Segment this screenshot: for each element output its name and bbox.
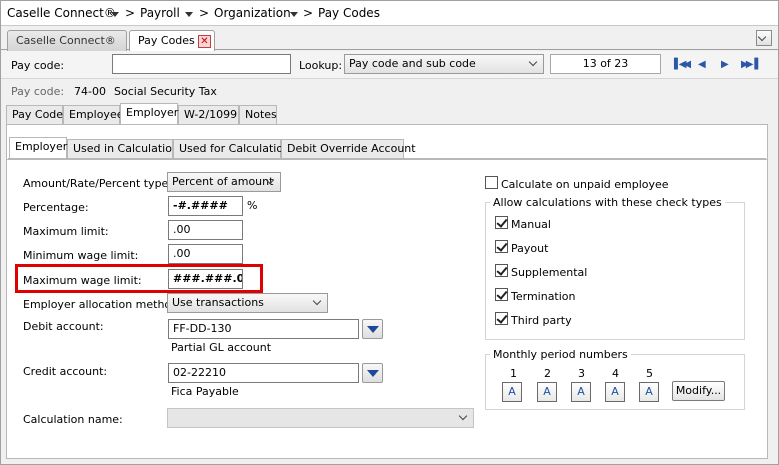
- lookup-toolbar: Pay code: Lookup: Pay code and sub code …: [1, 51, 778, 79]
- subtab-debit-override-account[interactable]: Debit Override Account: [281, 139, 416, 158]
- check-type-label: Third party: [511, 314, 572, 327]
- check-types-title: Allow calculations with these check type…: [490, 196, 725, 209]
- percent-sign: %: [247, 199, 258, 212]
- period-5-button[interactable]: A: [639, 382, 659, 402]
- breadcrumb-item-caselle-connect[interactable]: Caselle Connect®: [7, 6, 116, 20]
- last-record-icon[interactable]: ▶▶▐: [741, 59, 758, 71]
- period-number: 4: [612, 367, 619, 380]
- first-record-icon[interactable]: ▌◀◀: [674, 59, 691, 71]
- period-1-button[interactable]: A: [502, 382, 522, 402]
- breadcrumb-separator: >: [199, 6, 210, 20]
- period-3-button[interactable]: A: [571, 382, 591, 402]
- unpaid-label: Calculate on unpaid employee: [501, 178, 669, 191]
- breadcrumb-item-organization[interactable]: Organization: [214, 6, 291, 20]
- calc-name-label: Calculation name:: [23, 413, 123, 426]
- percentage-input[interactable]: -#.####: [168, 196, 243, 216]
- credit-label: Credit account:: [23, 365, 108, 378]
- percentage-label: Percentage:: [23, 201, 89, 214]
- check-type-label: Payout: [511, 242, 549, 255]
- min-wage-label: Minimum wage limit:: [23, 249, 139, 262]
- doc-tab-caselle-connect[interactable]: Caselle Connect®: [7, 30, 127, 51]
- chevron-down-icon: [460, 413, 468, 421]
- period-2-button[interactable]: A: [537, 382, 557, 402]
- breadcrumb-separator: >: [303, 6, 314, 20]
- chevron-down-icon: [530, 59, 538, 67]
- credit-account-description: Fica Payable: [171, 385, 239, 398]
- unpaid-checkbox[interactable]: [485, 176, 498, 189]
- tab-employee[interactable]: Employee: [63, 105, 123, 124]
- chevron-down-icon[interactable]: [290, 6, 298, 20]
- chevron-down-icon: [267, 177, 275, 185]
- max-limit-label: Maximum limit:: [23, 225, 109, 238]
- credit-account-dropdown-button[interactable]: [362, 363, 383, 383]
- record-position: 13 of 23: [550, 54, 661, 74]
- doc-tab-pay-codes[interactable]: Pay Codes ✕: [129, 30, 215, 52]
- monthly-periods-title: Monthly period numbers: [490, 348, 631, 361]
- chevron-down-icon: [759, 34, 767, 42]
- doc-tab-label: Pay Codes: [138, 34, 195, 47]
- alloc-select[interactable]: Use transactions: [167, 293, 328, 313]
- credit-account-input[interactable]: 02-22210: [168, 363, 359, 383]
- pay-code-info: Pay code: 74-00 Social Security Tax: [1, 80, 778, 102]
- debit-account-description: Partial GL account: [171, 341, 272, 354]
- check-type-label: Manual: [511, 218, 551, 231]
- min-wage-input[interactable]: .00: [168, 244, 243, 264]
- check-type-label: Termination: [511, 290, 576, 303]
- checkbox-termination[interactable]: [495, 288, 508, 301]
- calc-name-select[interactable]: [167, 408, 474, 428]
- period-4-button[interactable]: A: [605, 382, 625, 402]
- type-label: Amount/Rate/Percent type:: [23, 177, 173, 190]
- period-number: 5: [646, 367, 653, 380]
- debit-label: Debit account:: [23, 320, 104, 333]
- subtab-used-for-calculation[interactable]: Used for Calculation: [173, 139, 290, 158]
- checkbox-third-party[interactable]: [495, 312, 508, 325]
- highlight-box: [15, 264, 263, 293]
- breadcrumb-item-pay-codes[interactable]: Pay Codes: [318, 6, 380, 20]
- alloc-value: Use transactions: [172, 296, 264, 309]
- checkbox-supplemental[interactable]: [495, 264, 508, 277]
- type-value: Percent of amount: [172, 175, 274, 188]
- debit-account-dropdown-button[interactable]: [362, 319, 383, 339]
- debit-account-input[interactable]: FF-DD-130: [168, 319, 359, 339]
- breadcrumb-item-payroll[interactable]: Payroll: [140, 6, 180, 20]
- info-pay-code-label: Pay code:: [11, 85, 65, 98]
- chevron-down-icon[interactable]: [111, 6, 119, 20]
- period-number: 3: [578, 367, 585, 380]
- max-limit-input[interactable]: .00: [168, 220, 243, 240]
- pay-code-input[interactable]: [112, 54, 291, 74]
- pay-code-label: Pay code:: [11, 59, 65, 72]
- tab-notes[interactable]: Notes: [239, 105, 277, 124]
- lookup-label: Lookup:: [299, 59, 343, 72]
- alloc-label: Employer allocation method:: [23, 298, 182, 311]
- tab-w2-1099[interactable]: W-2/1099: [178, 105, 239, 124]
- check-type-label: Supplemental: [511, 266, 588, 279]
- breadcrumb-separator: >: [125, 6, 136, 20]
- type-select[interactable]: Percent of amount: [167, 172, 281, 192]
- lookup-select[interactable]: Pay code and sub code: [344, 54, 544, 74]
- checkbox-payout[interactable]: [495, 240, 508, 253]
- checkbox-manual[interactable]: [495, 216, 508, 229]
- tab-employer[interactable]: Employer: [120, 103, 178, 124]
- close-icon[interactable]: ✕: [198, 35, 211, 48]
- subtab-used-in-calculations[interactable]: Used in Calculations: [67, 139, 185, 158]
- tab-pay-code[interactable]: Pay Code: [6, 105, 63, 124]
- tab-overflow-button[interactable]: [756, 30, 772, 46]
- info-pay-code-value: 74-00: [74, 85, 106, 98]
- doc-tab-label: Caselle Connect®: [16, 34, 116, 47]
- next-record-icon[interactable]: ▶: [721, 59, 729, 71]
- document-tab-strip: Caselle Connect® Pay Codes ✕: [1, 26, 778, 52]
- period-number: 1: [510, 367, 517, 380]
- info-description: Social Security Tax: [114, 85, 217, 98]
- subtab-employer[interactable]: Employer: [9, 137, 67, 158]
- lookup-value: Pay code and sub code: [349, 57, 476, 70]
- chevron-down-icon[interactable]: [185, 6, 193, 20]
- period-number: 2: [544, 367, 551, 380]
- previous-record-icon[interactable]: ◀: [698, 59, 706, 71]
- modify-button[interactable]: Modify...: [672, 381, 725, 401]
- breadcrumb: Caselle Connect® > Payroll > Organizatio…: [1, 1, 778, 26]
- chevron-down-icon: [314, 298, 322, 306]
